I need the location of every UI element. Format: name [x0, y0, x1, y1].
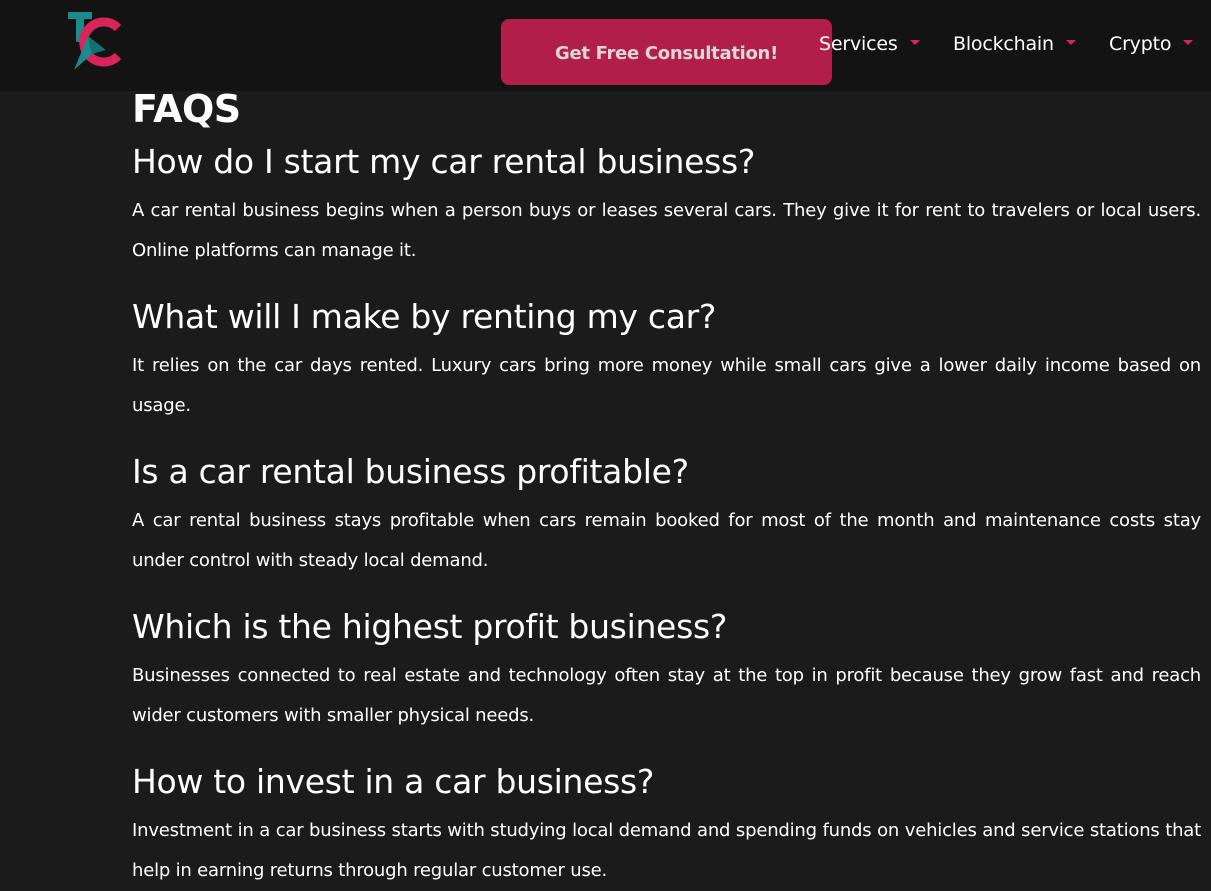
faq-section: FAQS How do I start my car rental busine… [132, 86, 1201, 891]
faq-answer: Businesses connected to real estate and … [132, 665, 1201, 726]
nav-services-label: Services [819, 33, 898, 55]
nav-services[interactable]: Services [819, 30, 920, 58]
logo[interactable] [66, 10, 126, 72]
faq-question: Which is the highest profit business? [132, 607, 728, 646]
faq-answer: It relies on the car days rented. Luxury… [132, 355, 1201, 416]
caret-down-icon [1183, 39, 1194, 45]
faq-item: How to invest in a car business? Investm… [132, 759, 1201, 891]
faq-answer: A car rental business begins when a pers… [132, 200, 1201, 261]
nav-crypto[interactable]: Crypto [1109, 30, 1194, 58]
logo-icon [68, 12, 122, 70]
faq-item: Which is the highest profit business? Bu… [132, 604, 1201, 736]
faq-question: Is a car rental business profitable? [132, 452, 689, 491]
site-header: Get Free Consultation! Services Blockcha… [0, 0, 1211, 91]
faq-item: How do I start my car rental business? A… [132, 139, 1201, 271]
faq-question: What will I make by renting my car? [132, 297, 717, 336]
caret-down-icon [909, 39, 920, 45]
caret-down-icon [1065, 39, 1076, 45]
faq-question: How to invest in a car business? [132, 762, 655, 801]
faq-question: How do I start my car rental business? [132, 142, 756, 181]
faq-answer: A car rental business stays profitable w… [132, 510, 1201, 571]
faq-answer: Investment in a car business starts with… [132, 820, 1201, 881]
nav-blockchain[interactable]: Blockchain [953, 30, 1076, 58]
get-free-consultation-button[interactable]: Get Free Consultation! [501, 19, 832, 85]
nav-crypto-label: Crypto [1109, 33, 1172, 55]
faq-title: FAQS [132, 87, 241, 131]
nav-blockchain-label: Blockchain [953, 33, 1054, 55]
faq-item: Is a car rental business profitable? A c… [132, 449, 1201, 581]
faq-item: What will I make by renting my car? It r… [132, 294, 1201, 426]
